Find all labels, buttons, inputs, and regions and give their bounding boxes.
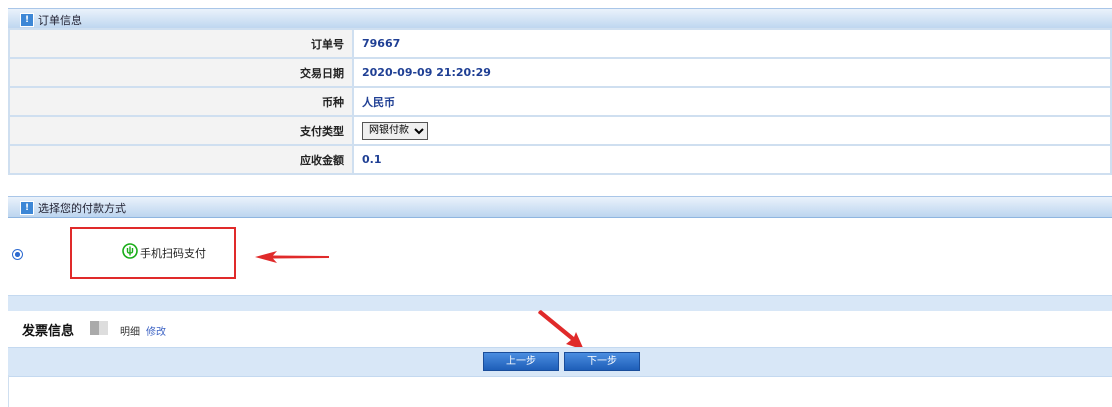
- order-number-value: 79667: [352, 28, 1112, 59]
- trade-date-value: 2020-09-09 21:20:29: [352, 57, 1112, 88]
- info-icon: !: [20, 13, 34, 27]
- red-arrow-icon: [255, 251, 329, 263]
- payment-method-header: ! 选择您的付款方式: [8, 196, 1112, 218]
- next-step-button[interactable]: 下一步: [564, 352, 640, 371]
- invoice-edit-link[interactable]: 修改: [146, 323, 166, 338]
- info-icon: !: [20, 201, 34, 215]
- payment-method-title: 选择您的付款方式: [38, 202, 126, 215]
- qr-pay-label[interactable]: 手机扫码支付: [140, 245, 206, 261]
- payment-type-cell: 网银付款: [352, 115, 1112, 146]
- amount-due-value: 0.1: [352, 144, 1112, 175]
- divider-band: [8, 295, 1112, 311]
- table-row: 币种 人民币: [8, 86, 1112, 117]
- payment-type-select[interactable]: 网银付款: [362, 121, 428, 140]
- order-info-title: 订单信息: [38, 14, 82, 27]
- wechat-pay-icon: [122, 243, 138, 259]
- table-row: 交易日期 2020-09-09 21:20:29: [8, 57, 1112, 88]
- order-number-label: 订单号: [8, 28, 354, 59]
- invoice-icon: [90, 321, 108, 335]
- left-border: [8, 375, 9, 407]
- order-info-header: ! 订单信息: [8, 8, 1112, 30]
- table-row: 订单号 79667: [8, 28, 1112, 59]
- button-bar: [8, 347, 1112, 377]
- payment-option-radio[interactable]: [12, 249, 23, 260]
- table-row: 应收金额 0.1: [8, 144, 1112, 175]
- invoice-label: 发票信息: [22, 324, 75, 339]
- trade-date-label: 交易日期: [8, 57, 354, 88]
- invoice-detail-label: 明细: [120, 327, 140, 338]
- order-info-table: 订单号 79667 交易日期 2020-09-09 21:20:29 币种 人民…: [8, 28, 1112, 175]
- amount-due-label: 应收金额: [8, 144, 354, 175]
- payment-type-label: 支付类型: [8, 115, 354, 146]
- currency-value: 人民币: [352, 86, 1112, 117]
- currency-label: 币种: [8, 86, 354, 117]
- table-row: 支付类型 网银付款: [8, 115, 1112, 146]
- prev-step-button[interactable]: 上一步: [483, 352, 559, 371]
- red-arrow-icon: [538, 310, 584, 350]
